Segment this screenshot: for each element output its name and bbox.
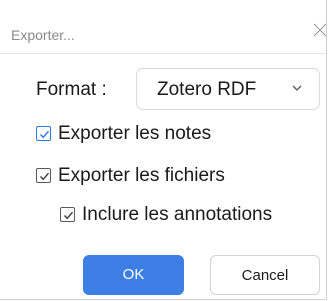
dialog-title: Exporter... — [11, 27, 75, 43]
format-label: Format : — [36, 79, 107, 100]
include-annotations-checkbox[interactable] — [60, 207, 75, 222]
title-divider — [0, 53, 326, 54]
include-annotations-label: Inclure les annotations — [82, 204, 273, 225]
dialog-titlebar: Exporter... — [0, 0, 328, 54]
export-notes-label: Exporter les notes — [58, 123, 212, 144]
chevron-down-icon — [291, 81, 303, 93]
export-dialog: Exporter... Format : Zotero RDF Exporter… — [0, 0, 327, 300]
export-files-checkbox[interactable] — [36, 168, 51, 183]
export-notes-checkbox[interactable] — [36, 126, 51, 141]
format-select[interactable]: Zotero RDF — [136, 68, 320, 110]
format-select-value: Zotero RDF — [157, 79, 257, 100]
ok-button[interactable]: OK — [83, 255, 184, 295]
close-icon[interactable] — [312, 22, 328, 38]
cancel-button[interactable]: Cancel — [210, 255, 320, 295]
export-files-label: Exporter les fichiers — [58, 165, 225, 186]
